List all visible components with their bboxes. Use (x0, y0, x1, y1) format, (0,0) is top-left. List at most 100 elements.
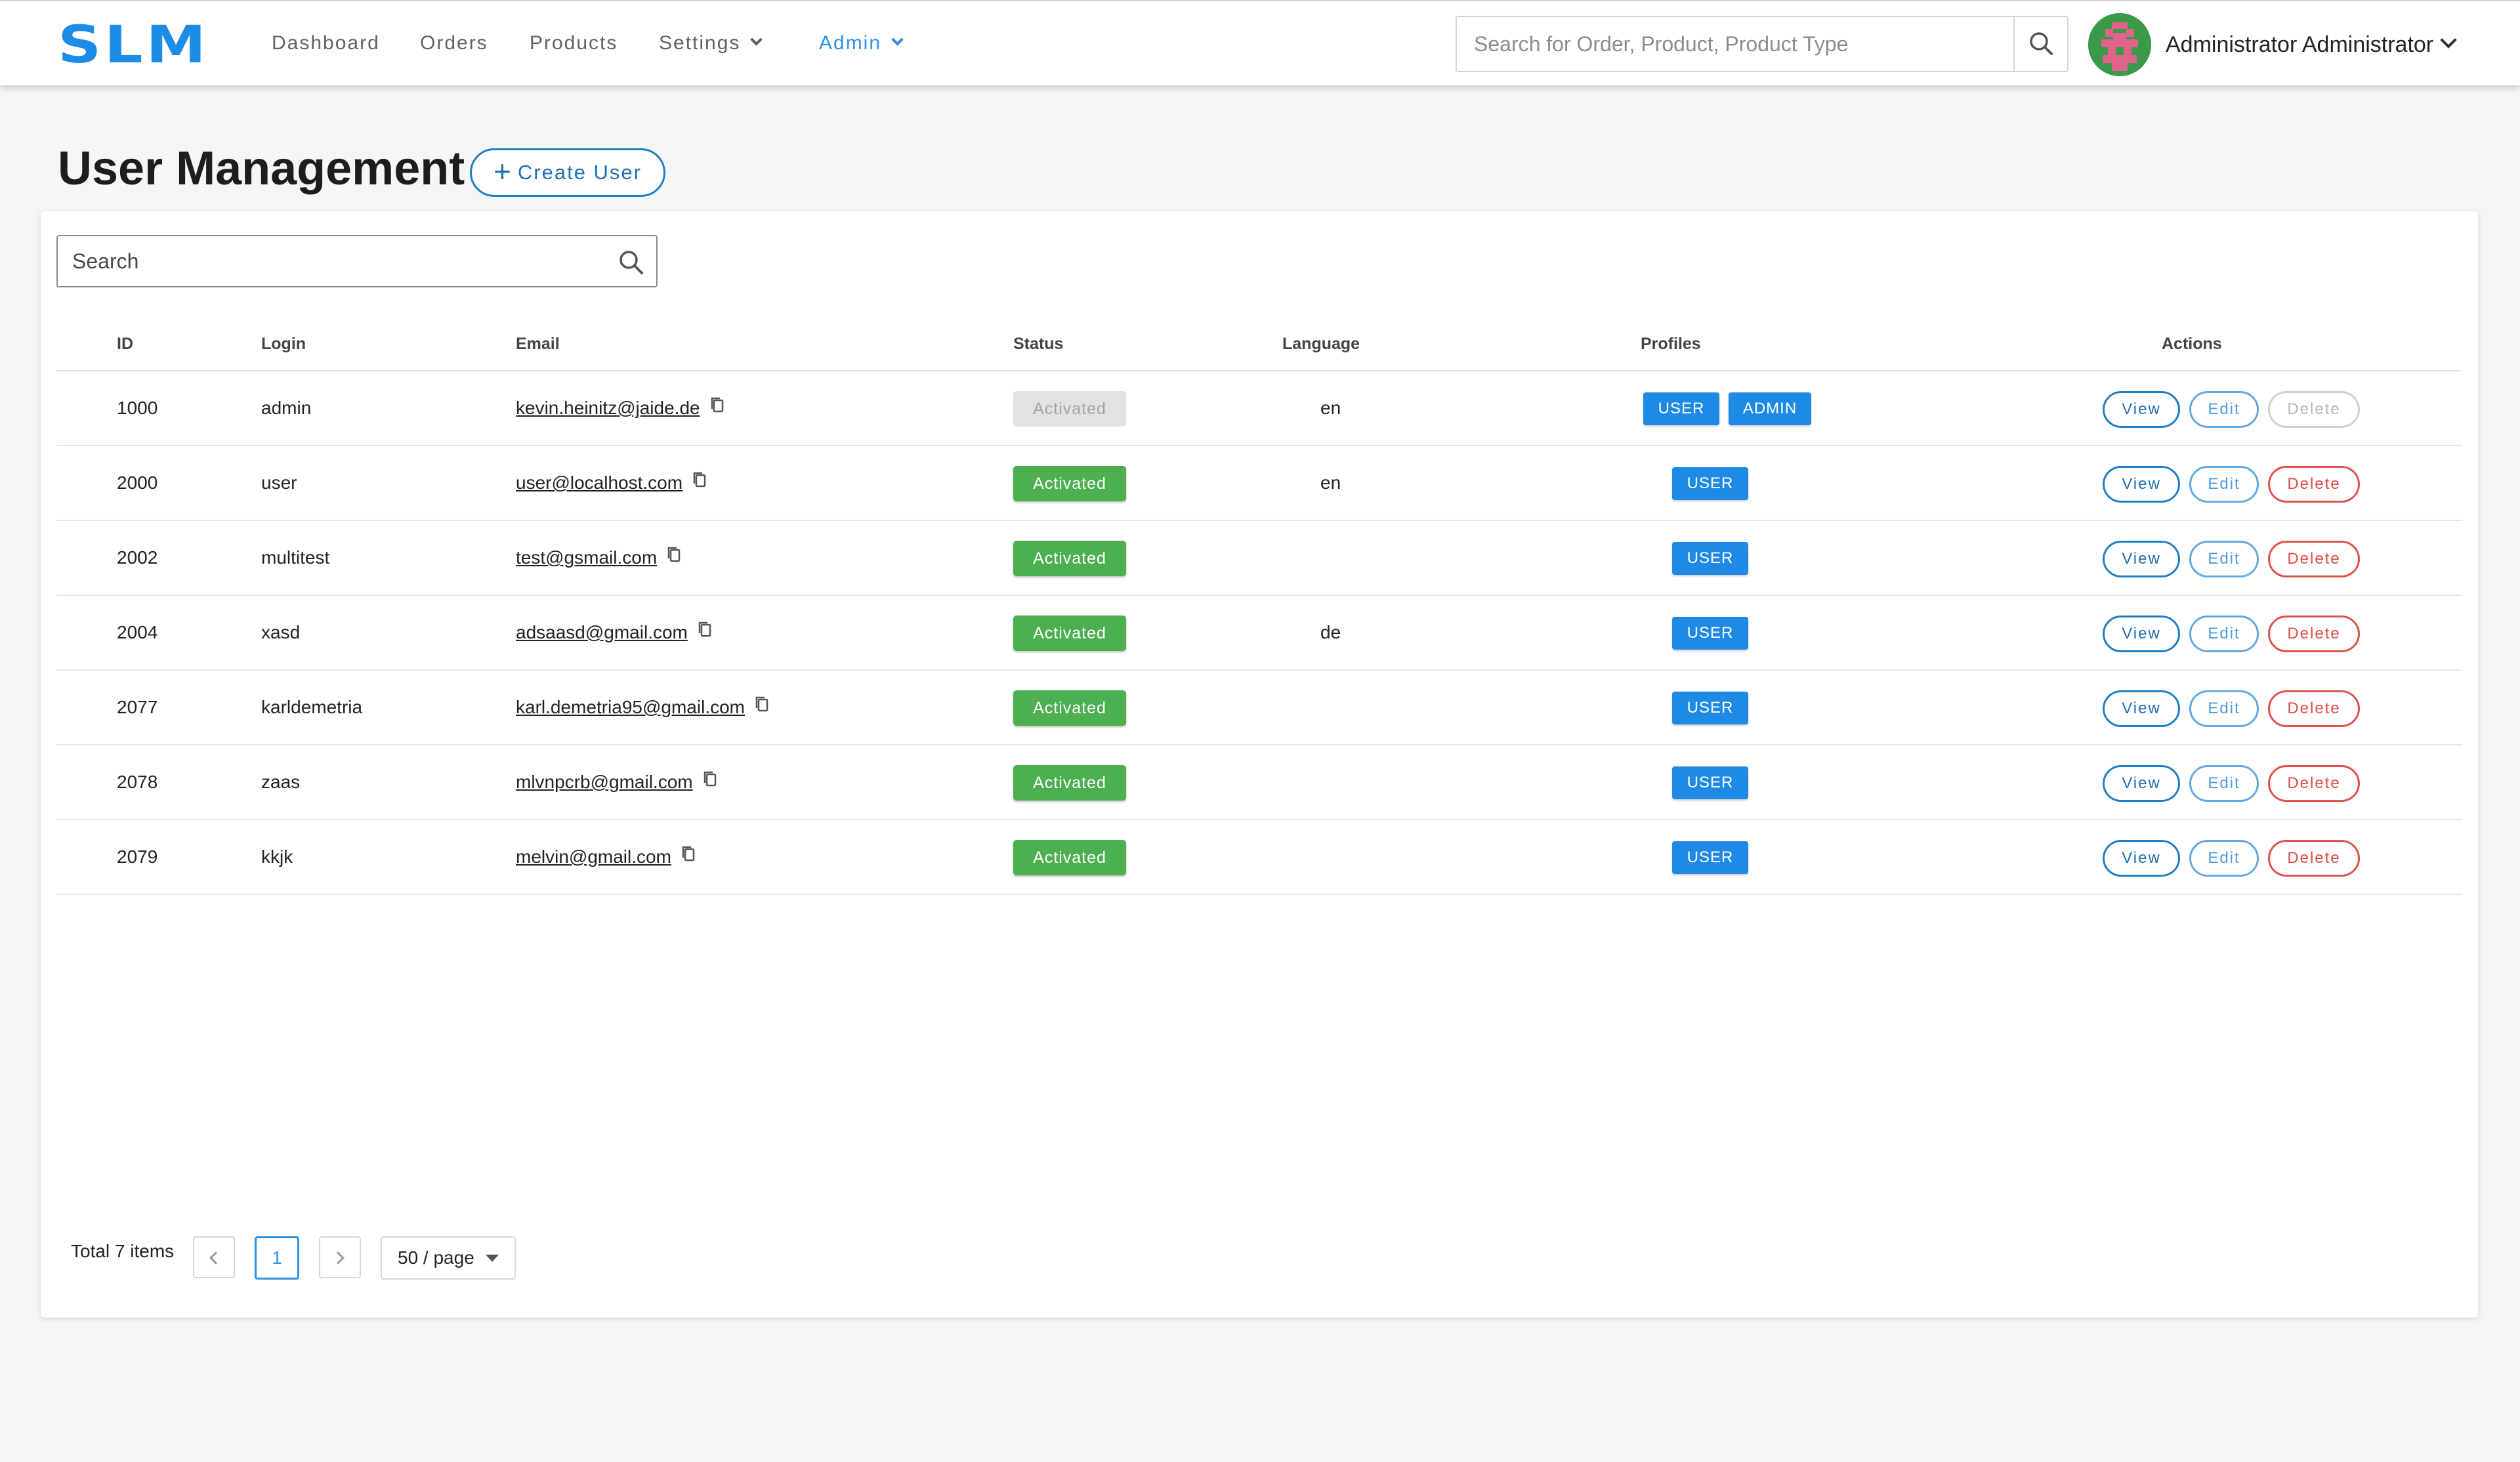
avatar-icon (2088, 13, 2151, 76)
cell-id: 2079 (117, 846, 158, 867)
copy-icon[interactable] (697, 596, 713, 669)
edit-button[interactable]: Edit (2189, 765, 2259, 802)
create-user-button[interactable]: + Create User (470, 148, 665, 197)
view-button[interactable]: View (2103, 690, 2180, 727)
nav-dashboard[interactable]: Dashboard (272, 31, 380, 55)
email-link[interactable]: user@localhost.com (516, 472, 682, 493)
edit-button[interactable]: Edit (2189, 391, 2259, 428)
cell-language: en (1320, 472, 1341, 493)
column-header-status[interactable]: Status (1013, 316, 1063, 371)
delete-button[interactable]: Delete (2268, 466, 2360, 503)
copy-icon[interactable] (692, 446, 707, 520)
pagination-next-button[interactable] (319, 1236, 361, 1278)
user-menu-name[interactable]: Administrator Administrator (2166, 31, 2433, 58)
cell-email: test@gsmail.com (516, 521, 682, 595)
copy-icon[interactable] (702, 745, 718, 819)
nav-orders[interactable]: Orders (420, 31, 488, 55)
cell-language: de (1320, 622, 1341, 642)
view-button[interactable]: View (2103, 840, 2180, 877)
cell-email: user@localhost.com (516, 446, 707, 520)
table-header: ID Login Email Status Language Profiles … (56, 316, 2462, 371)
global-search-button[interactable] (2013, 17, 2067, 71)
page-size-select[interactable]: 50 / page (381, 1236, 516, 1280)
cell-id: 2002 (117, 547, 158, 568)
column-header-profiles[interactable]: Profiles (1641, 316, 1701, 371)
cell-login: kkjk (261, 846, 293, 867)
profile-badge: USER (1672, 617, 1748, 650)
delete-button[interactable]: Delete (2268, 690, 2360, 727)
column-header-email[interactable]: Email (516, 316, 560, 371)
column-header-language[interactable]: Language (1282, 316, 1360, 371)
copy-icon[interactable] (754, 671, 770, 744)
copy-icon[interactable] (681, 820, 696, 894)
column-header-actions: Actions (2162, 335, 2222, 353)
table-search (56, 235, 658, 287)
search-icon (2030, 32, 2053, 55)
cell-id: 2000 (117, 472, 158, 493)
table-row: 2004 xasd adsaasd@gmail.com Activated de USER… (56, 596, 2462, 671)
nav-settings[interactable]: Settings (659, 31, 763, 55)
view-button[interactable]: View (2103, 541, 2180, 577)
email-link[interactable]: melvin@gmail.com (516, 846, 671, 867)
chevron-down-icon[interactable] (2440, 31, 2457, 49)
pagination-page-1[interactable]: 1 (255, 1236, 299, 1280)
edit-button[interactable]: Edit (2189, 616, 2259, 652)
nav-admin[interactable]: Admin (819, 31, 904, 55)
profile-badge: USER (1643, 392, 1719, 425)
create-user-label: Create User (517, 161, 642, 184)
view-button[interactable]: View (2103, 391, 2180, 428)
column-header-login[interactable]: Login (261, 316, 306, 371)
status-badge: Activated (1013, 616, 1126, 651)
edit-button[interactable]: Edit (2189, 466, 2259, 503)
cell-id: 2077 (117, 697, 158, 717)
column-header-id[interactable]: ID (117, 316, 133, 371)
copy-icon[interactable] (709, 371, 725, 445)
profile-badge: USER (1672, 766, 1748, 799)
profile-badge: USER (1672, 542, 1748, 575)
cell-login: user (261, 472, 297, 493)
email-link[interactable]: test@gsmail.com (516, 547, 657, 568)
table-row: 2000 user user@localhost.com Activated en USE… (56, 446, 2462, 521)
avatar[interactable] (2088, 13, 2151, 76)
delete-button[interactable]: Delete (2268, 840, 2360, 877)
status-badge: Activated (1013, 541, 1126, 576)
table-search-input[interactable] (58, 236, 596, 286)
view-button[interactable]: View (2103, 616, 2180, 652)
delete-button[interactable]: Delete (2268, 541, 2360, 577)
nav-admin-label: Admin (819, 32, 882, 54)
cell-id: 1000 (117, 398, 158, 418)
profile-badge: USER (1672, 467, 1748, 500)
status-badge: Activated (1013, 690, 1126, 726)
cell-login: zaas (261, 772, 301, 792)
email-link[interactable]: kevin.heinitz@jaide.de (516, 398, 700, 418)
app-logo[interactable]: SLM (58, 20, 209, 71)
chevron-right-icon (331, 1251, 345, 1264)
global-search (1456, 16, 2068, 72)
edit-button[interactable]: Edit (2189, 690, 2259, 727)
edit-button[interactable]: Edit (2189, 541, 2259, 577)
view-button[interactable]: View (2103, 765, 2180, 802)
status-badge: Activated (1013, 391, 1126, 427)
page-size-value: 50 / page (398, 1247, 474, 1268)
search-icon[interactable] (617, 248, 646, 277)
email-link[interactable]: adsaasd@gmail.com (516, 622, 688, 642)
pagination-prev-button[interactable] (193, 1236, 235, 1278)
delete-button: Delete (2268, 391, 2360, 428)
status-badge: Activated (1013, 765, 1126, 801)
pagination-total: Total 7 items (71, 1241, 175, 1261)
table-row: 2078 zaas mlvnpcrb@gmail.com Activated USER V… (56, 745, 2462, 820)
edit-button[interactable]: Edit (2189, 840, 2259, 877)
profile-badge: ADMIN (1729, 392, 1811, 425)
email-link[interactable]: karl.demetria95@gmail.com (516, 697, 745, 717)
copy-icon[interactable] (666, 521, 682, 595)
cell-login: multitest (261, 547, 330, 568)
email-link[interactable]: mlvnpcrb@gmail.com (516, 772, 693, 792)
cell-email: karl.demetria95@gmail.com (516, 671, 770, 744)
global-search-input[interactable] (1457, 17, 2015, 71)
cell-email: mlvnpcrb@gmail.com (516, 745, 718, 819)
nav-products[interactable]: Products (530, 31, 618, 55)
table-row: 1000 admin kevin.heinitz@jaide.de Activated… (56, 371, 2462, 446)
view-button[interactable]: View (2103, 466, 2180, 503)
delete-button[interactable]: Delete (2268, 616, 2360, 652)
delete-button[interactable]: Delete (2268, 765, 2360, 802)
